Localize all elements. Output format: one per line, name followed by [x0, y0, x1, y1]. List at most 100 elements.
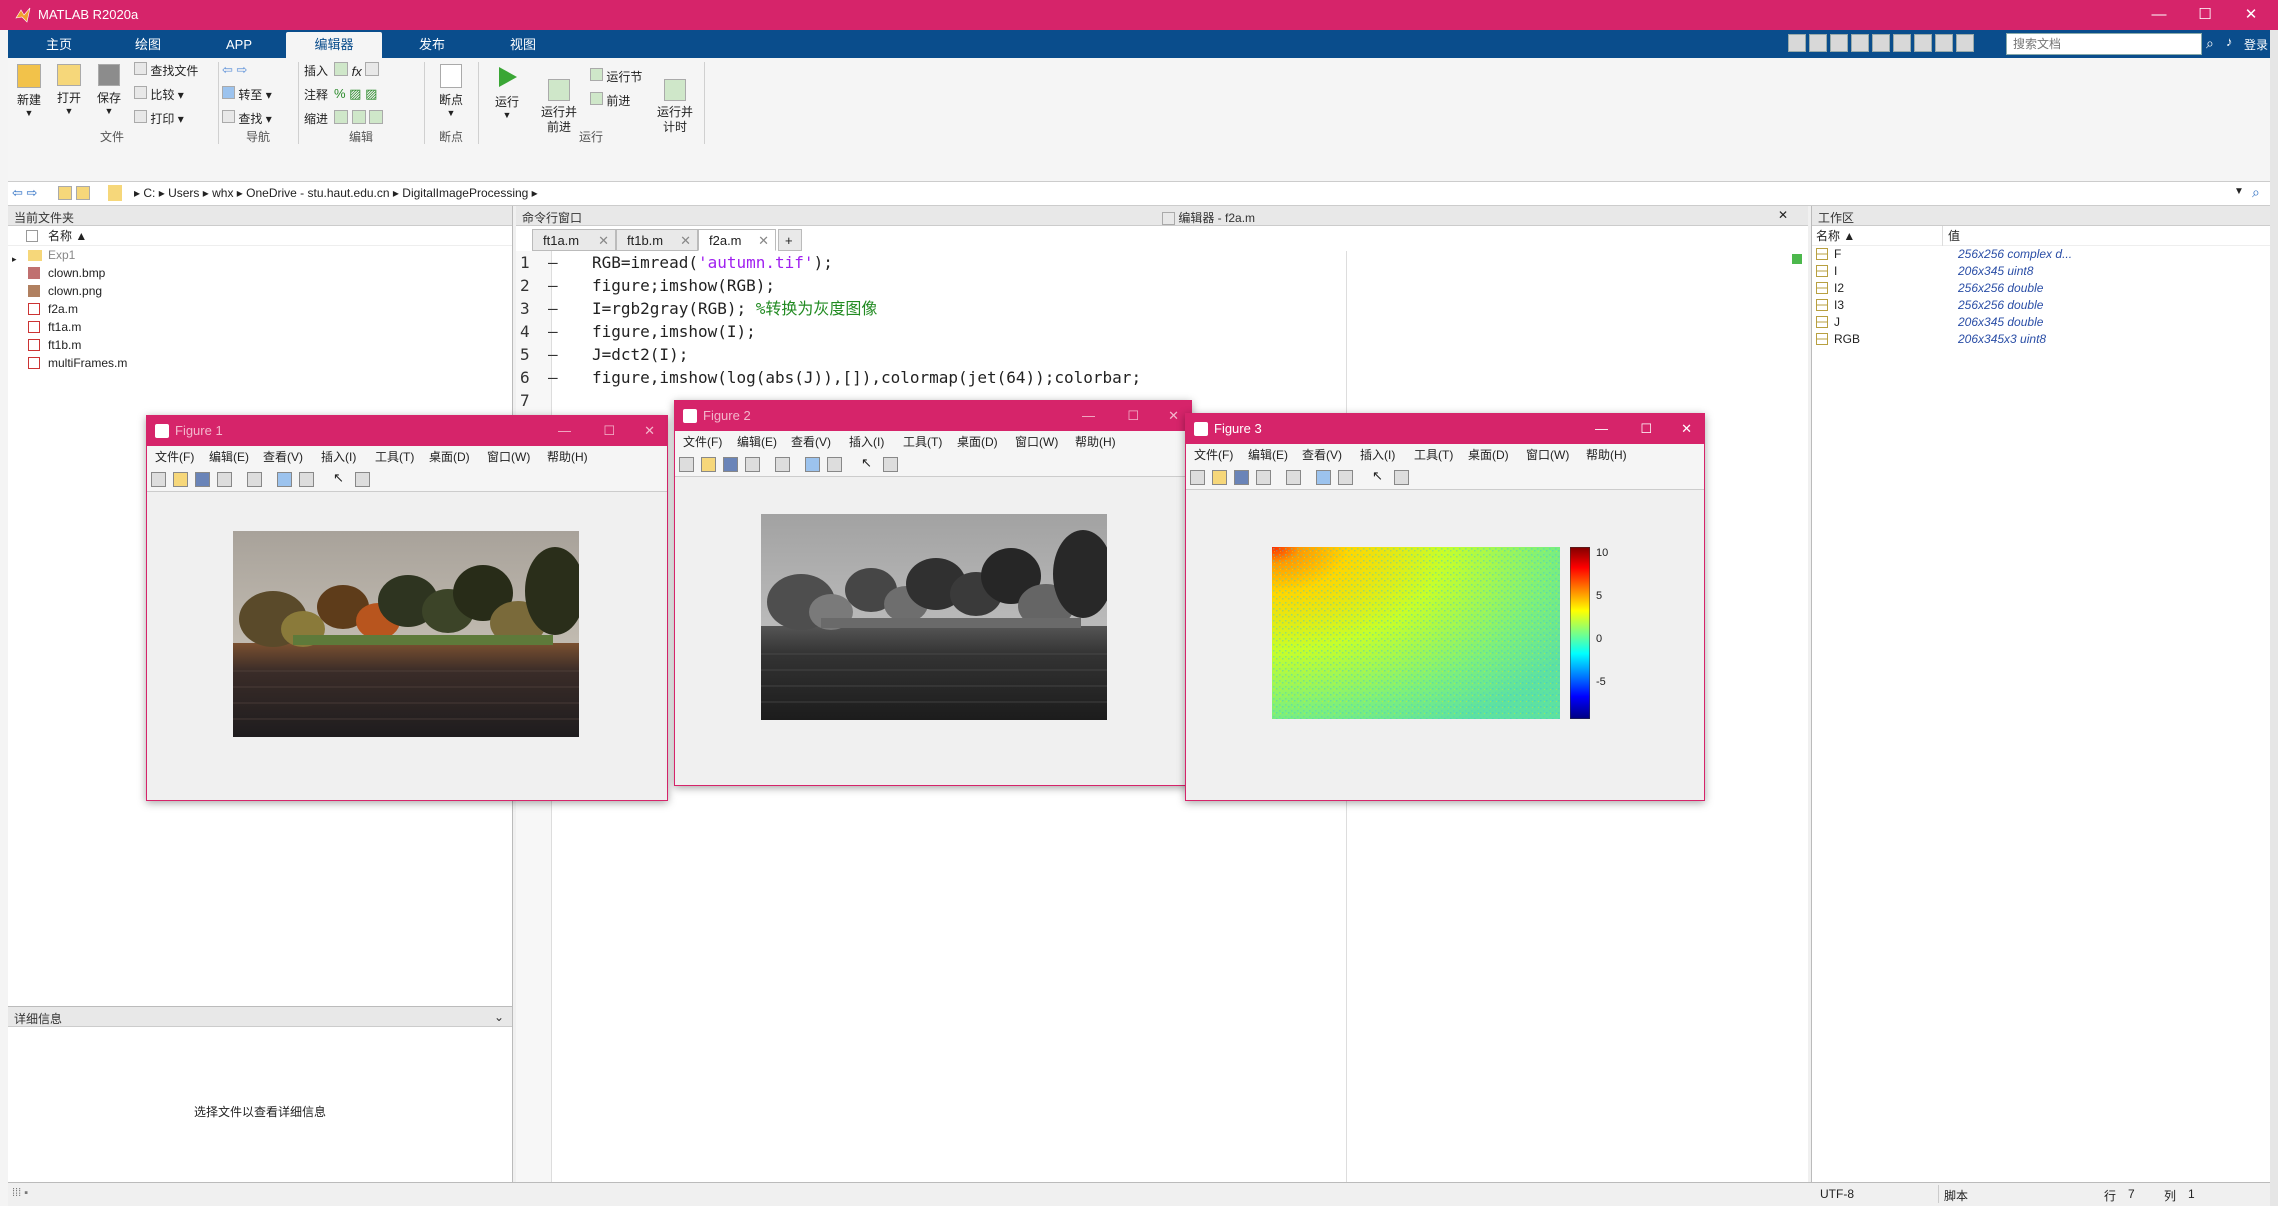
redo-icon[interactable] [1893, 34, 1911, 52]
tab-ft1b[interactable]: ft1b.m ✕ [616, 229, 698, 251]
login-link[interactable]: 登录 [2244, 36, 2268, 53]
menu-edit[interactable]: 编辑(E) [209, 446, 249, 468]
compare-button[interactable]: 比较 ▾ [134, 86, 184, 103]
link-icon[interactable] [1286, 470, 1301, 485]
save-icon[interactable] [195, 472, 210, 487]
pointer-icon[interactable]: ↖ [333, 470, 348, 485]
workspace-row[interactable]: I 206x345 uint8 [1812, 263, 2270, 280]
tab-plots[interactable]: 绘图 [104, 32, 192, 58]
indent-icons[interactable] [334, 110, 384, 127]
menu-insert[interactable]: 插入(I) [321, 446, 356, 468]
workspace-row[interactable]: I3 256x256 double [1812, 297, 2270, 314]
print-icon[interactable] [1256, 470, 1271, 485]
maximize-icon[interactable]: ☐ [1640, 414, 1652, 444]
bell-icon[interactable]: ♪ [2226, 34, 2233, 49]
close-tab-icon[interactable]: ✕ [598, 230, 609, 252]
run-button[interactable]: 运行 ▼ [482, 64, 532, 120]
fx-icon[interactable]: fx [352, 64, 362, 79]
link-icon[interactable] [775, 457, 790, 472]
close-tab-icon[interactable]: ✕ [758, 230, 769, 252]
menu-help[interactable]: 帮助(H) [1075, 431, 1116, 453]
menu-help[interactable]: 帮助(H) [547, 446, 588, 468]
list-item[interactable]: ▸ Exp1 [8, 246, 512, 264]
property-inspector-icon[interactable] [1394, 470, 1409, 485]
minimize-icon[interactable]: — [1082, 401, 1095, 431]
new-figure-icon[interactable] [679, 457, 694, 472]
workspace-row[interactable]: J 206x345 double [1812, 314, 2270, 331]
editor-close-icon[interactable]: ✕ [1778, 208, 1788, 222]
print-button[interactable]: 打印 ▾ [134, 110, 184, 127]
colorbar-icon[interactable] [1316, 470, 1331, 485]
tab-home[interactable]: 主页 [16, 32, 102, 58]
property-inspector-icon[interactable] [883, 457, 898, 472]
breadcrumb-item[interactable]: DigitalImageProcessing [402, 186, 528, 200]
back-forward-icon[interactable]: ⇦ ⇨ [222, 62, 247, 78]
open-icon[interactable] [701, 457, 716, 472]
close-icon[interactable]: ✕ [644, 416, 655, 446]
close-icon[interactable]: ✕ [1168, 401, 1179, 431]
menu-desktop[interactable]: 桌面(D) [1468, 444, 1509, 466]
open-button[interactable]: 打开 ▼ [50, 64, 88, 116]
minimize-icon[interactable]: — [2136, 0, 2182, 30]
address-dropdown-icon[interactable]: ▼ [2234, 186, 2244, 197]
resize-grip-icon[interactable]: ⁞⁞⁞ ▪ [12, 1187, 28, 1199]
maximize-icon[interactable]: ☐ [1127, 401, 1139, 431]
maximize-icon[interactable]: ☐ [2182, 0, 2228, 30]
find-button[interactable]: 查找 ▾ [222, 110, 272, 127]
tab-view[interactable]: 视图 [478, 32, 568, 58]
nav-arrows-icon[interactable]: ⇦ ⇨ [12, 185, 37, 201]
minimize-icon[interactable]: — [558, 416, 571, 446]
open-icon[interactable] [173, 472, 188, 487]
menu-file[interactable]: 文件(F) [683, 431, 722, 453]
comment-icons[interactable]: % ▨ ▨ [334, 86, 377, 102]
folder-nav-icons[interactable] [58, 186, 90, 203]
close-icon[interactable]: ✕ [1681, 414, 1692, 444]
new-figure-icon[interactable] [151, 472, 166, 487]
pointer-icon[interactable]: ↖ [861, 455, 876, 470]
legend-icon[interactable] [827, 457, 842, 472]
expand-icon[interactable] [1956, 34, 1974, 52]
menu-window[interactable]: 窗口(W) [1526, 444, 1569, 466]
tab-ft1a[interactable]: ft1a.m ✕ [532, 229, 616, 251]
breadcrumb-item[interactable]: C: [143, 186, 155, 200]
file-column-header[interactable]: 名称 ▲ [8, 226, 512, 246]
command-window-header[interactable]: 命令行窗口 [516, 206, 1156, 226]
indent-button[interactable]: 缩进 [304, 110, 328, 127]
insert-section-icon[interactable] [334, 62, 348, 76]
menu-tools[interactable]: 工具(T) [375, 446, 414, 468]
print-icon[interactable] [217, 472, 232, 487]
advance-button[interactable]: 前进 [590, 92, 630, 109]
figure-titlebar[interactable]: Figure 2 — ☐ ✕ [675, 401, 1191, 431]
colorbar-icon[interactable] [805, 457, 820, 472]
breadcrumb-item[interactable]: whx [212, 186, 233, 200]
menu-insert[interactable]: 插入(I) [849, 431, 884, 453]
search-icon[interactable]: ⌕ [2206, 35, 2214, 52]
menu-window[interactable]: 窗口(W) [487, 446, 530, 468]
close-icon[interactable]: ✕ [2228, 0, 2274, 30]
menu-desktop[interactable]: 桌面(D) [957, 431, 998, 453]
workspace-row[interactable]: F 256x256 complex d... [1812, 246, 2270, 263]
link-icon[interactable] [247, 472, 262, 487]
menu-edit[interactable]: 编辑(E) [737, 431, 777, 453]
print-icon[interactable] [745, 457, 760, 472]
breadcrumb-item[interactable]: OneDrive - stu.haut.edu.cn [246, 186, 389, 200]
tab-publish[interactable]: 发布 [386, 32, 478, 58]
breadcrumb-item[interactable]: Users [168, 186, 199, 200]
close-tab-icon[interactable]: ✕ [680, 230, 691, 252]
menu-view[interactable]: 查看(V) [1302, 444, 1342, 466]
menu-tools[interactable]: 工具(T) [1414, 444, 1453, 466]
menu-file[interactable]: 文件(F) [1194, 444, 1233, 466]
menu-file[interactable]: 文件(F) [155, 446, 194, 468]
list-item[interactable]: clown.png [8, 282, 512, 300]
goto-button[interactable]: 转至 ▾ [222, 86, 272, 103]
name-column[interactable]: 名称 ▲ [1816, 226, 1855, 246]
search-icon[interactable]: ⌕ [2252, 184, 2260, 201]
insert-button[interactable]: 插入 [304, 62, 328, 79]
figure-titlebar[interactable]: Figure 1 — ☐ ✕ [147, 416, 667, 446]
legend-icon[interactable] [1338, 470, 1353, 485]
insert-dropdown-icon[interactable] [365, 62, 380, 76]
open-icon[interactable] [1212, 470, 1227, 485]
menu-window[interactable]: 窗口(W) [1015, 431, 1058, 453]
maximize-icon[interactable]: ☐ [603, 416, 615, 446]
find-files-button[interactable]: 查找文件 [134, 62, 198, 79]
